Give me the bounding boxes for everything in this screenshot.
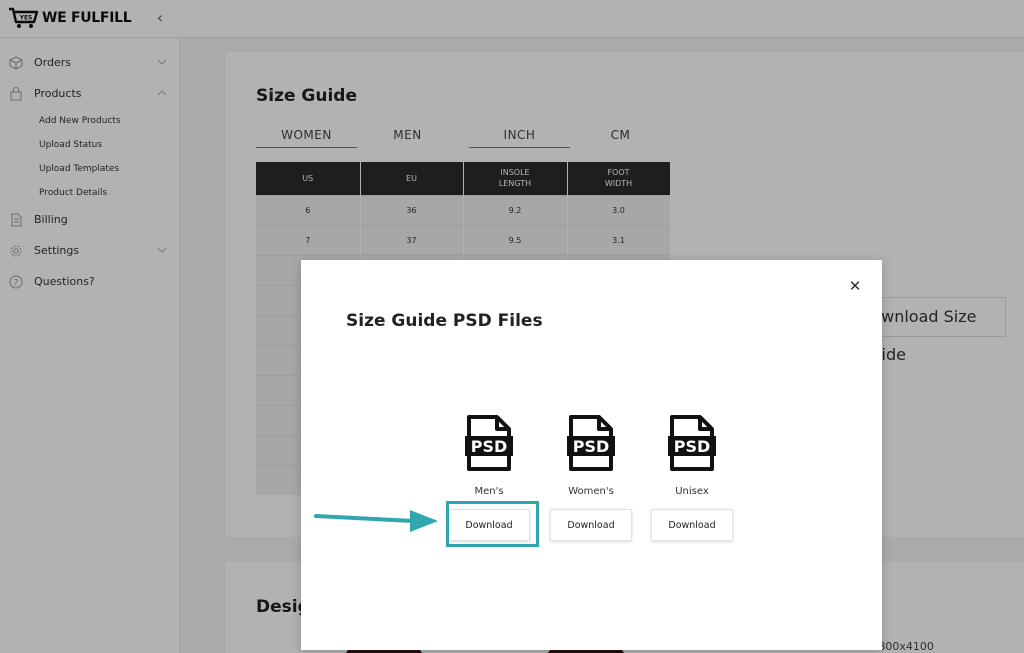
download-unisex-button[interactable]: Download [651, 509, 733, 541]
psd-file-icon: PSD [465, 415, 513, 471]
svg-text:PSD: PSD [674, 437, 711, 456]
file-label: Women's [568, 486, 614, 497]
modal-title: Size Guide PSD Files [346, 311, 543, 331]
file-item-womens: PSD Women's Download [549, 414, 633, 544]
svg-text:PSD: PSD [471, 437, 508, 456]
psd-file-icon: PSD [567, 415, 615, 471]
psd-files-modal: ✕ Size Guide PSD Files PSD Men's Downloa… [301, 260, 882, 650]
file-label: Men's [474, 486, 504, 497]
close-icon[interactable]: ✕ [847, 277, 863, 295]
file-label: Unisex [675, 486, 709, 497]
svg-text:PSD: PSD [573, 437, 610, 456]
highlight-annotation [446, 501, 539, 547]
psd-file-icon: PSD [668, 415, 716, 471]
download-womens-button[interactable]: Download [550, 509, 632, 541]
file-item-unisex: PSD Unisex Download [650, 414, 734, 544]
arrow-annotation-icon [314, 510, 438, 532]
